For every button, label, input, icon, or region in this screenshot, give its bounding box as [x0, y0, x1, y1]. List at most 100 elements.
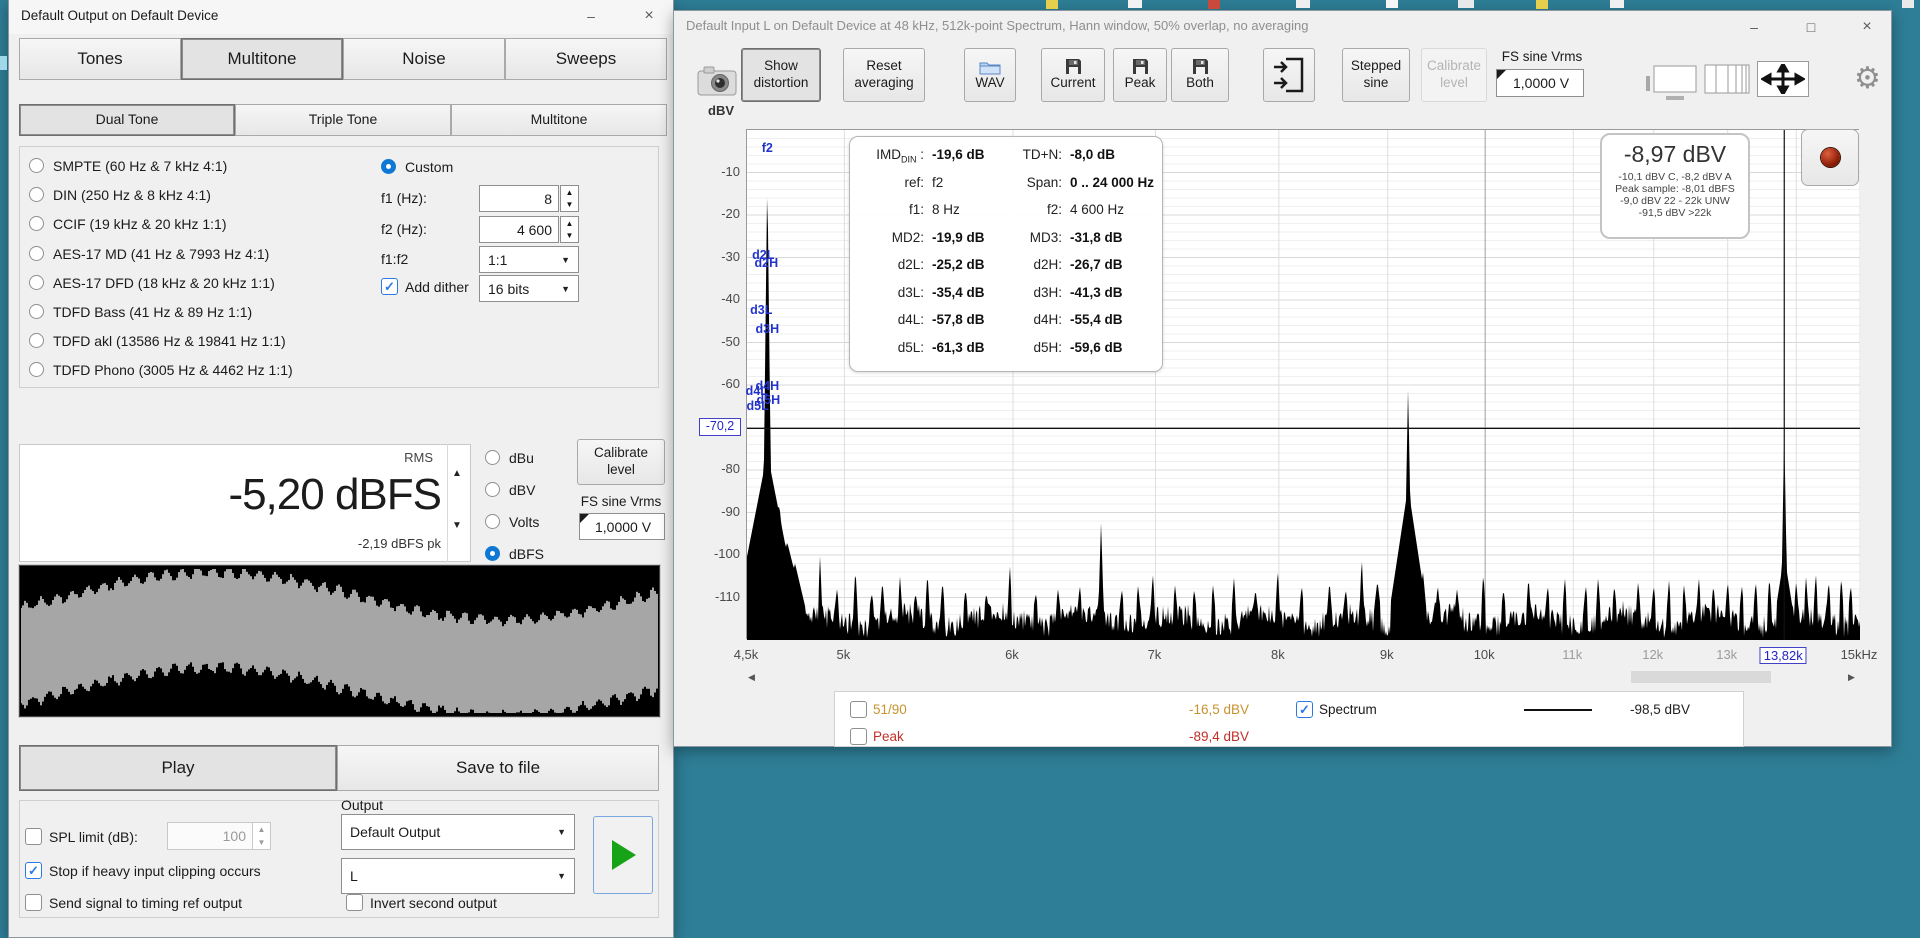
stepped-sine-button[interactable]: Stepped sine — [1342, 48, 1410, 102]
multi-column-view-icon[interactable] — [1704, 64, 1750, 99]
background-window-sliver — [1536, 0, 1548, 9]
f1-spinner[interactable]: ▲ ▼ — [560, 185, 579, 212]
ratio-dropdown[interactable]: 1:1 ▼ — [479, 246, 579, 273]
unit-radio-label: dBu — [509, 450, 534, 466]
spl-spinner[interactable]: ▲ ▼ — [252, 822, 271, 850]
f2-spinner[interactable]: ▲ ▼ — [560, 216, 579, 243]
reset-averaging-button[interactable]: Reset averaging — [843, 48, 925, 102]
unit-radio-dbfs[interactable] — [485, 546, 500, 561]
measurement-row: IMDDIN : -19,6 dB TD+N: -8,0 dB — [876, 147, 1116, 165]
preset-label: TDFD Bass (41 Hz & 89 Hz 1:1) — [53, 304, 253, 320]
readout-weighted: -10,1 dBV C, -8,2 dBV A — [1618, 171, 1732, 183]
unit-radio-dbv[interactable] — [485, 482, 500, 497]
f2-input[interactable]: 4 600 — [479, 216, 559, 243]
subtab-dual-tone[interactable]: Dual Tone — [19, 104, 235, 136]
desktop: Default Output on Default Device – × Cus… — [0, 0, 1920, 938]
save-both-button[interactable]: Both — [1171, 48, 1229, 102]
level-up-button[interactable]: ▲ — [452, 468, 462, 479]
background-window-sliver — [1208, 0, 1220, 9]
fs-sine-input[interactable]: 1,0000 V — [1496, 69, 1584, 97]
fs-sine-input[interactable]: 1,0000 V — [579, 513, 665, 540]
preset-radio[interactable] — [29, 274, 44, 290]
scroll-right-icon[interactable]: ▶ — [1848, 672, 1855, 683]
transfer-button[interactable] — [1263, 48, 1315, 102]
legend-checkbox-spectrum[interactable] — [1296, 701, 1313, 718]
dither-bits-dropdown[interactable]: 16 bits ▼ — [479, 275, 579, 302]
y-axis-tick: -100 — [713, 546, 740, 561]
show-distortion-button[interactable]: Show distortion — [741, 48, 821, 102]
save-wav-button[interactable]: WAV — [964, 48, 1016, 102]
invert-output-checkbox[interactable] — [346, 894, 363, 911]
stop-clipping-checkbox[interactable] — [25, 862, 42, 879]
spinner-down-icon[interactable]: ▼ — [258, 838, 266, 847]
level-value[interactable]: -5,20 dBFS — [49, 470, 442, 520]
spinner-down-icon[interactable]: ▼ — [566, 231, 574, 240]
single-view-icon[interactable] — [1646, 64, 1698, 109]
peak-label-d3H: d3H — [755, 321, 780, 336]
custom-radio[interactable] — [381, 159, 396, 174]
level-down-button[interactable]: ▼ — [452, 520, 462, 531]
generator-close-button[interactable]: × — [632, 4, 666, 28]
play-tab[interactable]: Play — [19, 745, 337, 791]
readout-ultrasonic: -91,5 dBV >22k — [1638, 207, 1712, 219]
level-peak-value: -2,19 dBFS pk — [357, 536, 441, 551]
chevron-down-icon: ▼ — [557, 871, 566, 881]
add-dither-checkbox[interactable] — [381, 278, 398, 295]
output-section-label: Output — [341, 797, 384, 813]
legend-checkbox-5190[interactable] — [850, 701, 867, 718]
legend-checkbox-peak[interactable] — [850, 728, 867, 745]
move-arrows-icon — [1759, 60, 1807, 98]
analyzer-minimize-button[interactable]: – — [1737, 15, 1771, 39]
output-channel-dropdown[interactable]: L ▼ — [341, 858, 575, 894]
level-readout-panel: -8,97 dBV -10,1 dBV C, -8,2 dBV A Peak s… — [1600, 133, 1750, 239]
save-current-button[interactable]: Current — [1041, 48, 1105, 102]
x-axis-tick: 8k — [1271, 647, 1285, 662]
scrollbar-thumb[interactable] — [1631, 671, 1771, 683]
preset-radio[interactable] — [29, 245, 44, 261]
timing-ref-checkbox[interactable] — [25, 894, 42, 911]
preset-radio[interactable] — [29, 158, 44, 173]
preset-radio[interactable] — [29, 304, 44, 319]
subtab-triple-tone[interactable]: Triple Tone — [235, 104, 451, 136]
unit-radio-dbu[interactable] — [485, 450, 500, 465]
save-peak-button[interactable]: Peak — [1113, 48, 1167, 102]
legend-value: -16,5 dBV — [1188, 702, 1249, 717]
background-window-sliver — [1610, 0, 1624, 8]
spl-limit-input[interactable]: 100 — [167, 822, 253, 850]
calibrate-level-button[interactable]: Calibrate level — [577, 439, 665, 485]
pan-zoom-button[interactable] — [1757, 60, 1809, 98]
waveform-display — [19, 565, 660, 717]
measurement-row: d3L: -35,4 dB d3H: -41,3 dB — [897, 284, 1123, 300]
plot-h-scrollbar[interactable]: ◀ ▶ — [746, 669, 1861, 685]
unit-radio-label: Volts — [509, 514, 540, 530]
tab-noise[interactable]: Noise — [343, 38, 505, 80]
generator-minimize-button[interactable]: – — [574, 4, 608, 28]
spinner-up-icon[interactable]: ▲ — [566, 219, 574, 228]
record-button[interactable] — [1801, 129, 1859, 186]
tab-sweeps[interactable]: Sweeps — [505, 38, 667, 80]
stop-clipping-label: Stop if heavy input clipping occurs — [49, 863, 261, 879]
preset-label: AES-17 DFD (18 kHz & 20 kHz 1:1) — [53, 274, 275, 291]
x-axis-tick: 12k — [1642, 647, 1664, 662]
screenshot-camera-icon[interactable] — [696, 63, 738, 102]
x-axis-tick-cursor: 13,82k — [1759, 647, 1807, 664]
spl-limit-checkbox[interactable] — [25, 828, 42, 845]
settings-gear-icon[interactable]: ⚙ — [1854, 61, 1881, 96]
analyzer-close-button[interactable]: × — [1850, 15, 1884, 39]
calibrate-level-button: Calibrate level — [1421, 48, 1487, 102]
spinner-down-icon[interactable]: ▼ — [566, 200, 574, 209]
measurement-row: MD2: -19,9 dB MD3: -31,8 dB — [891, 229, 1123, 245]
output-device-dropdown[interactable]: Default Output ▼ — [341, 814, 575, 850]
readout-main-value: -8,97 dBV — [1623, 141, 1727, 167]
play-button[interactable] — [593, 816, 653, 894]
unit-radio-volts[interactable] — [485, 514, 500, 529]
spinner-up-icon[interactable]: ▲ — [566, 188, 574, 197]
tab-tones[interactable]: Tones — [19, 38, 181, 80]
tab-multitone[interactable]: Multitone — [181, 38, 343, 80]
save-to-file-tab[interactable]: Save to file — [337, 745, 659, 791]
analyzer-maximize-button[interactable]: □ — [1794, 15, 1828, 39]
subtab-multitone[interactable]: Multitone — [451, 104, 667, 136]
scroll-left-icon[interactable]: ◀ — [748, 672, 755, 683]
spinner-up-icon[interactable]: ▲ — [258, 825, 266, 834]
f1-input[interactable]: 8 — [479, 185, 559, 212]
